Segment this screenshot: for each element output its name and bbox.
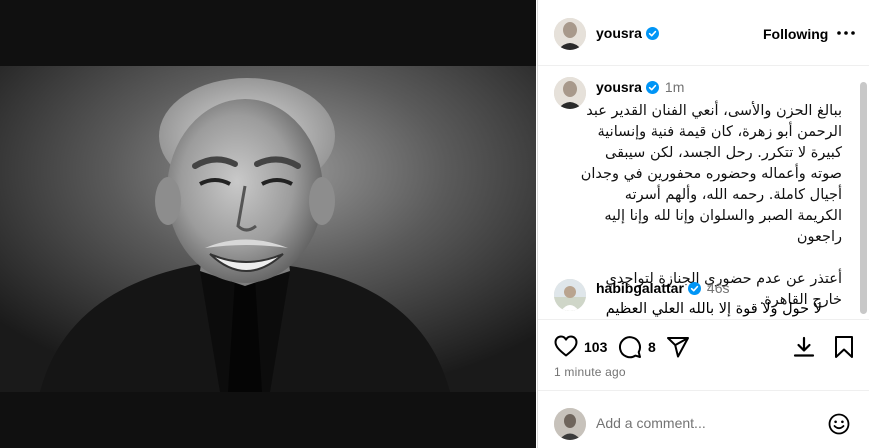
heart-icon[interactable]	[554, 335, 578, 362]
like-count[interactable]: 103	[584, 339, 607, 355]
verified-badge-icon	[645, 27, 659, 40]
comment-username[interactable]: habibgalattar	[596, 280, 684, 296]
comment-icon[interactable]	[618, 335, 642, 364]
bookmark-icon[interactable]	[834, 335, 854, 364]
post-media[interactable]	[0, 0, 536, 448]
comment-time: 46s	[706, 280, 730, 296]
current-user-avatar[interactable]	[554, 408, 586, 440]
comment-count[interactable]: 8	[648, 339, 656, 355]
paper-plane-icon[interactable]	[666, 335, 690, 364]
post-details-panel: yousra Following yousra 1m ببالغ الحزن وا…	[537, 0, 869, 448]
caption-username[interactable]: yousra	[596, 79, 642, 95]
author-username[interactable]: yousra	[596, 25, 642, 41]
comment-text: لا حول ولا قوة إلا بالله العلي العظيم	[605, 301, 822, 317]
add-comment-input[interactable]	[596, 415, 816, 431]
following-button[interactable]: Following	[763, 26, 828, 42]
post-actions: 103 8 1 minute ago	[538, 319, 869, 389]
author-name-group: yousra	[596, 25, 659, 43]
media-letterbox-bottom	[0, 392, 536, 448]
add-comment-bar	[538, 390, 869, 448]
more-horizontal-icon[interactable]	[836, 26, 856, 40]
portrait-image	[0, 66, 536, 392]
caption-paragraph: ببالغ الحزن والأسى، أنعي الفنان القدير ع…	[580, 103, 842, 245]
media-letterbox-top	[0, 0, 536, 66]
author-avatar[interactable]	[554, 18, 586, 50]
caption-header: yousra 1m	[596, 79, 684, 95]
post-time-ago[interactable]: 1 minute ago	[554, 365, 626, 379]
verified-badge-icon	[687, 282, 701, 295]
emoji-icon[interactable]	[828, 413, 850, 440]
download-icon[interactable]	[792, 335, 816, 364]
comments-list[interactable]: yousra 1m ببالغ الحزن والأسى، أنعي الفنان…	[538, 67, 869, 319]
post-photo[interactable]	[0, 66, 536, 392]
verified-badge-icon	[645, 81, 659, 94]
caption-time: 1m	[664, 79, 685, 95]
comment-header: habibgalattar 46s	[596, 280, 729, 296]
post-header: yousra Following	[538, 0, 869, 66]
comments-scrollbar[interactable]	[860, 82, 867, 314]
